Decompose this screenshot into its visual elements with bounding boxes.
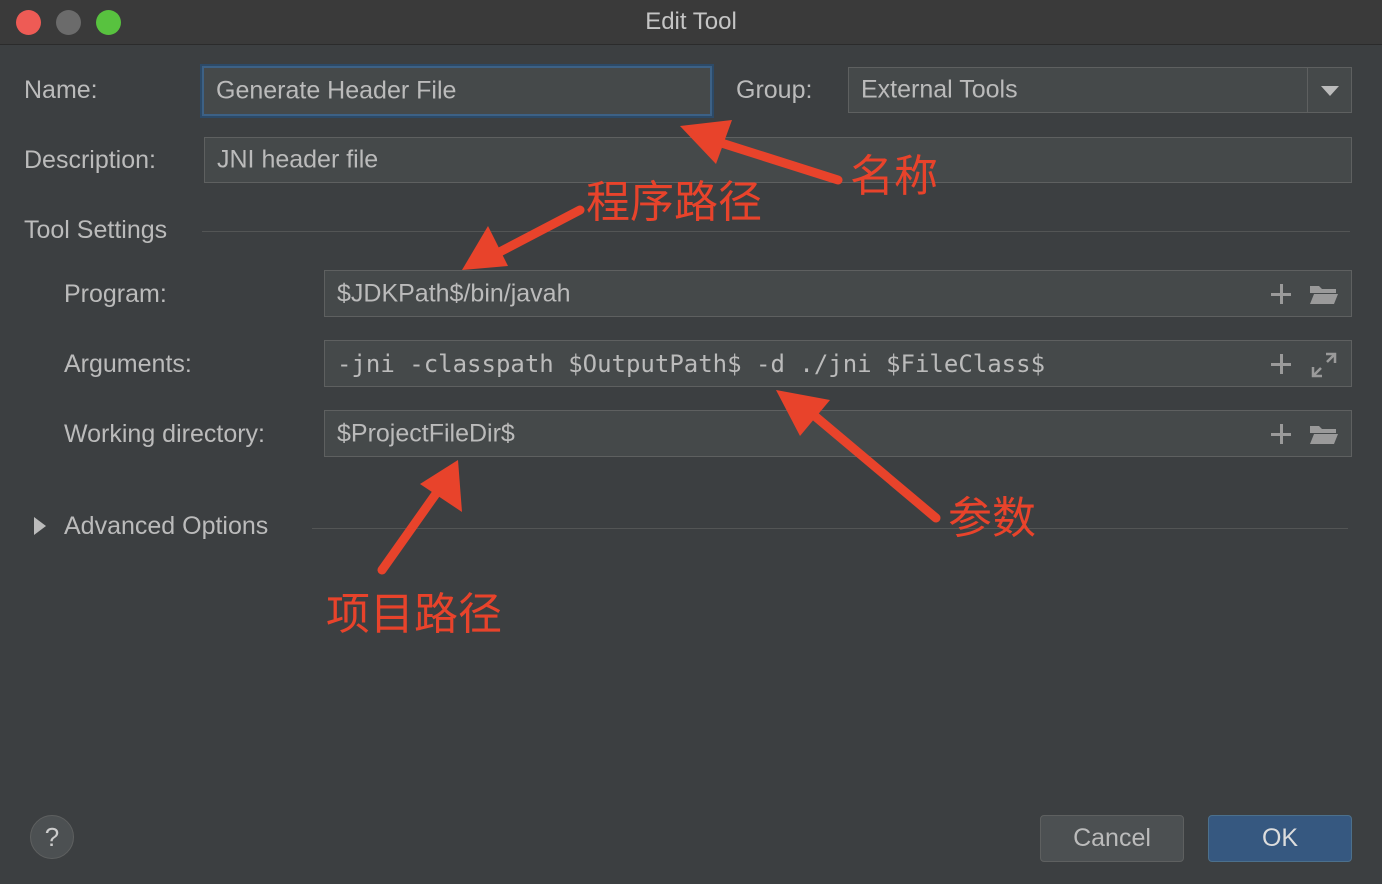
title-bar: Edit Tool bbox=[0, 0, 1382, 45]
tool-settings-separator bbox=[202, 231, 1350, 232]
tool-settings-title: Tool Settings bbox=[24, 216, 168, 244]
annotation-project-path: 项目路径 bbox=[326, 589, 502, 640]
group-value: External Tools bbox=[861, 75, 1018, 104]
program-value: $JDKPath$/bin/javah bbox=[337, 279, 571, 307]
description-label: Description: bbox=[24, 146, 156, 174]
expand-icon[interactable] bbox=[1311, 352, 1337, 378]
description-input[interactable]: JNI header file bbox=[204, 137, 1352, 183]
cancel-button[interactable]: Cancel bbox=[1040, 815, 1184, 862]
arrow-to-program-field bbox=[487, 205, 585, 261]
ok-button[interactable]: OK bbox=[1208, 815, 1352, 862]
folder-icon[interactable] bbox=[1309, 423, 1339, 445]
arguments-label: Arguments: bbox=[64, 350, 192, 378]
program-label: Program: bbox=[64, 280, 167, 308]
plus-icon[interactable] bbox=[1271, 424, 1291, 444]
working-directory-value: $ProjectFileDir$ bbox=[337, 419, 515, 447]
arrow-to-working-directory-field bbox=[377, 483, 445, 575]
plus-icon[interactable] bbox=[1271, 284, 1291, 304]
annotation-arguments: 参数 bbox=[948, 493, 1036, 544]
working-directory-input[interactable]: $ProjectFileDir$ bbox=[324, 410, 1352, 457]
annotation-name: 名称 bbox=[850, 151, 938, 202]
working-directory-label: Working directory: bbox=[64, 420, 265, 448]
combobox-divider bbox=[1307, 68, 1308, 112]
name-value: Generate Header File bbox=[216, 76, 457, 105]
group-label: Group: bbox=[736, 76, 813, 104]
name-input[interactable]: Generate Header File bbox=[202, 66, 712, 116]
advanced-options-toggle[interactable]: Advanced Options bbox=[64, 512, 268, 541]
help-button[interactable]: ? bbox=[30, 815, 74, 859]
triangle-right-icon[interactable] bbox=[34, 517, 46, 535]
plus-icon[interactable] bbox=[1271, 354, 1291, 374]
annotation-program-path: 程序路径 bbox=[586, 177, 762, 228]
arguments-value: -jni -classpath $OutputPath$ -d ./jni $F… bbox=[337, 349, 1046, 378]
folder-icon[interactable] bbox=[1309, 283, 1339, 305]
window-title: Edit Tool bbox=[645, 8, 737, 35]
name-label: Name: bbox=[24, 76, 98, 104]
group-combobox[interactable]: External Tools bbox=[848, 67, 1352, 113]
chevron-down-icon[interactable] bbox=[1321, 86, 1339, 96]
advanced-options-separator bbox=[312, 528, 1348, 529]
arguments-input[interactable]: -jni -classpath $OutputPath$ -d ./jni $F… bbox=[324, 340, 1352, 387]
description-value: JNI header file bbox=[217, 145, 379, 174]
program-input[interactable]: $JDKPath$/bin/javah bbox=[324, 270, 1352, 317]
